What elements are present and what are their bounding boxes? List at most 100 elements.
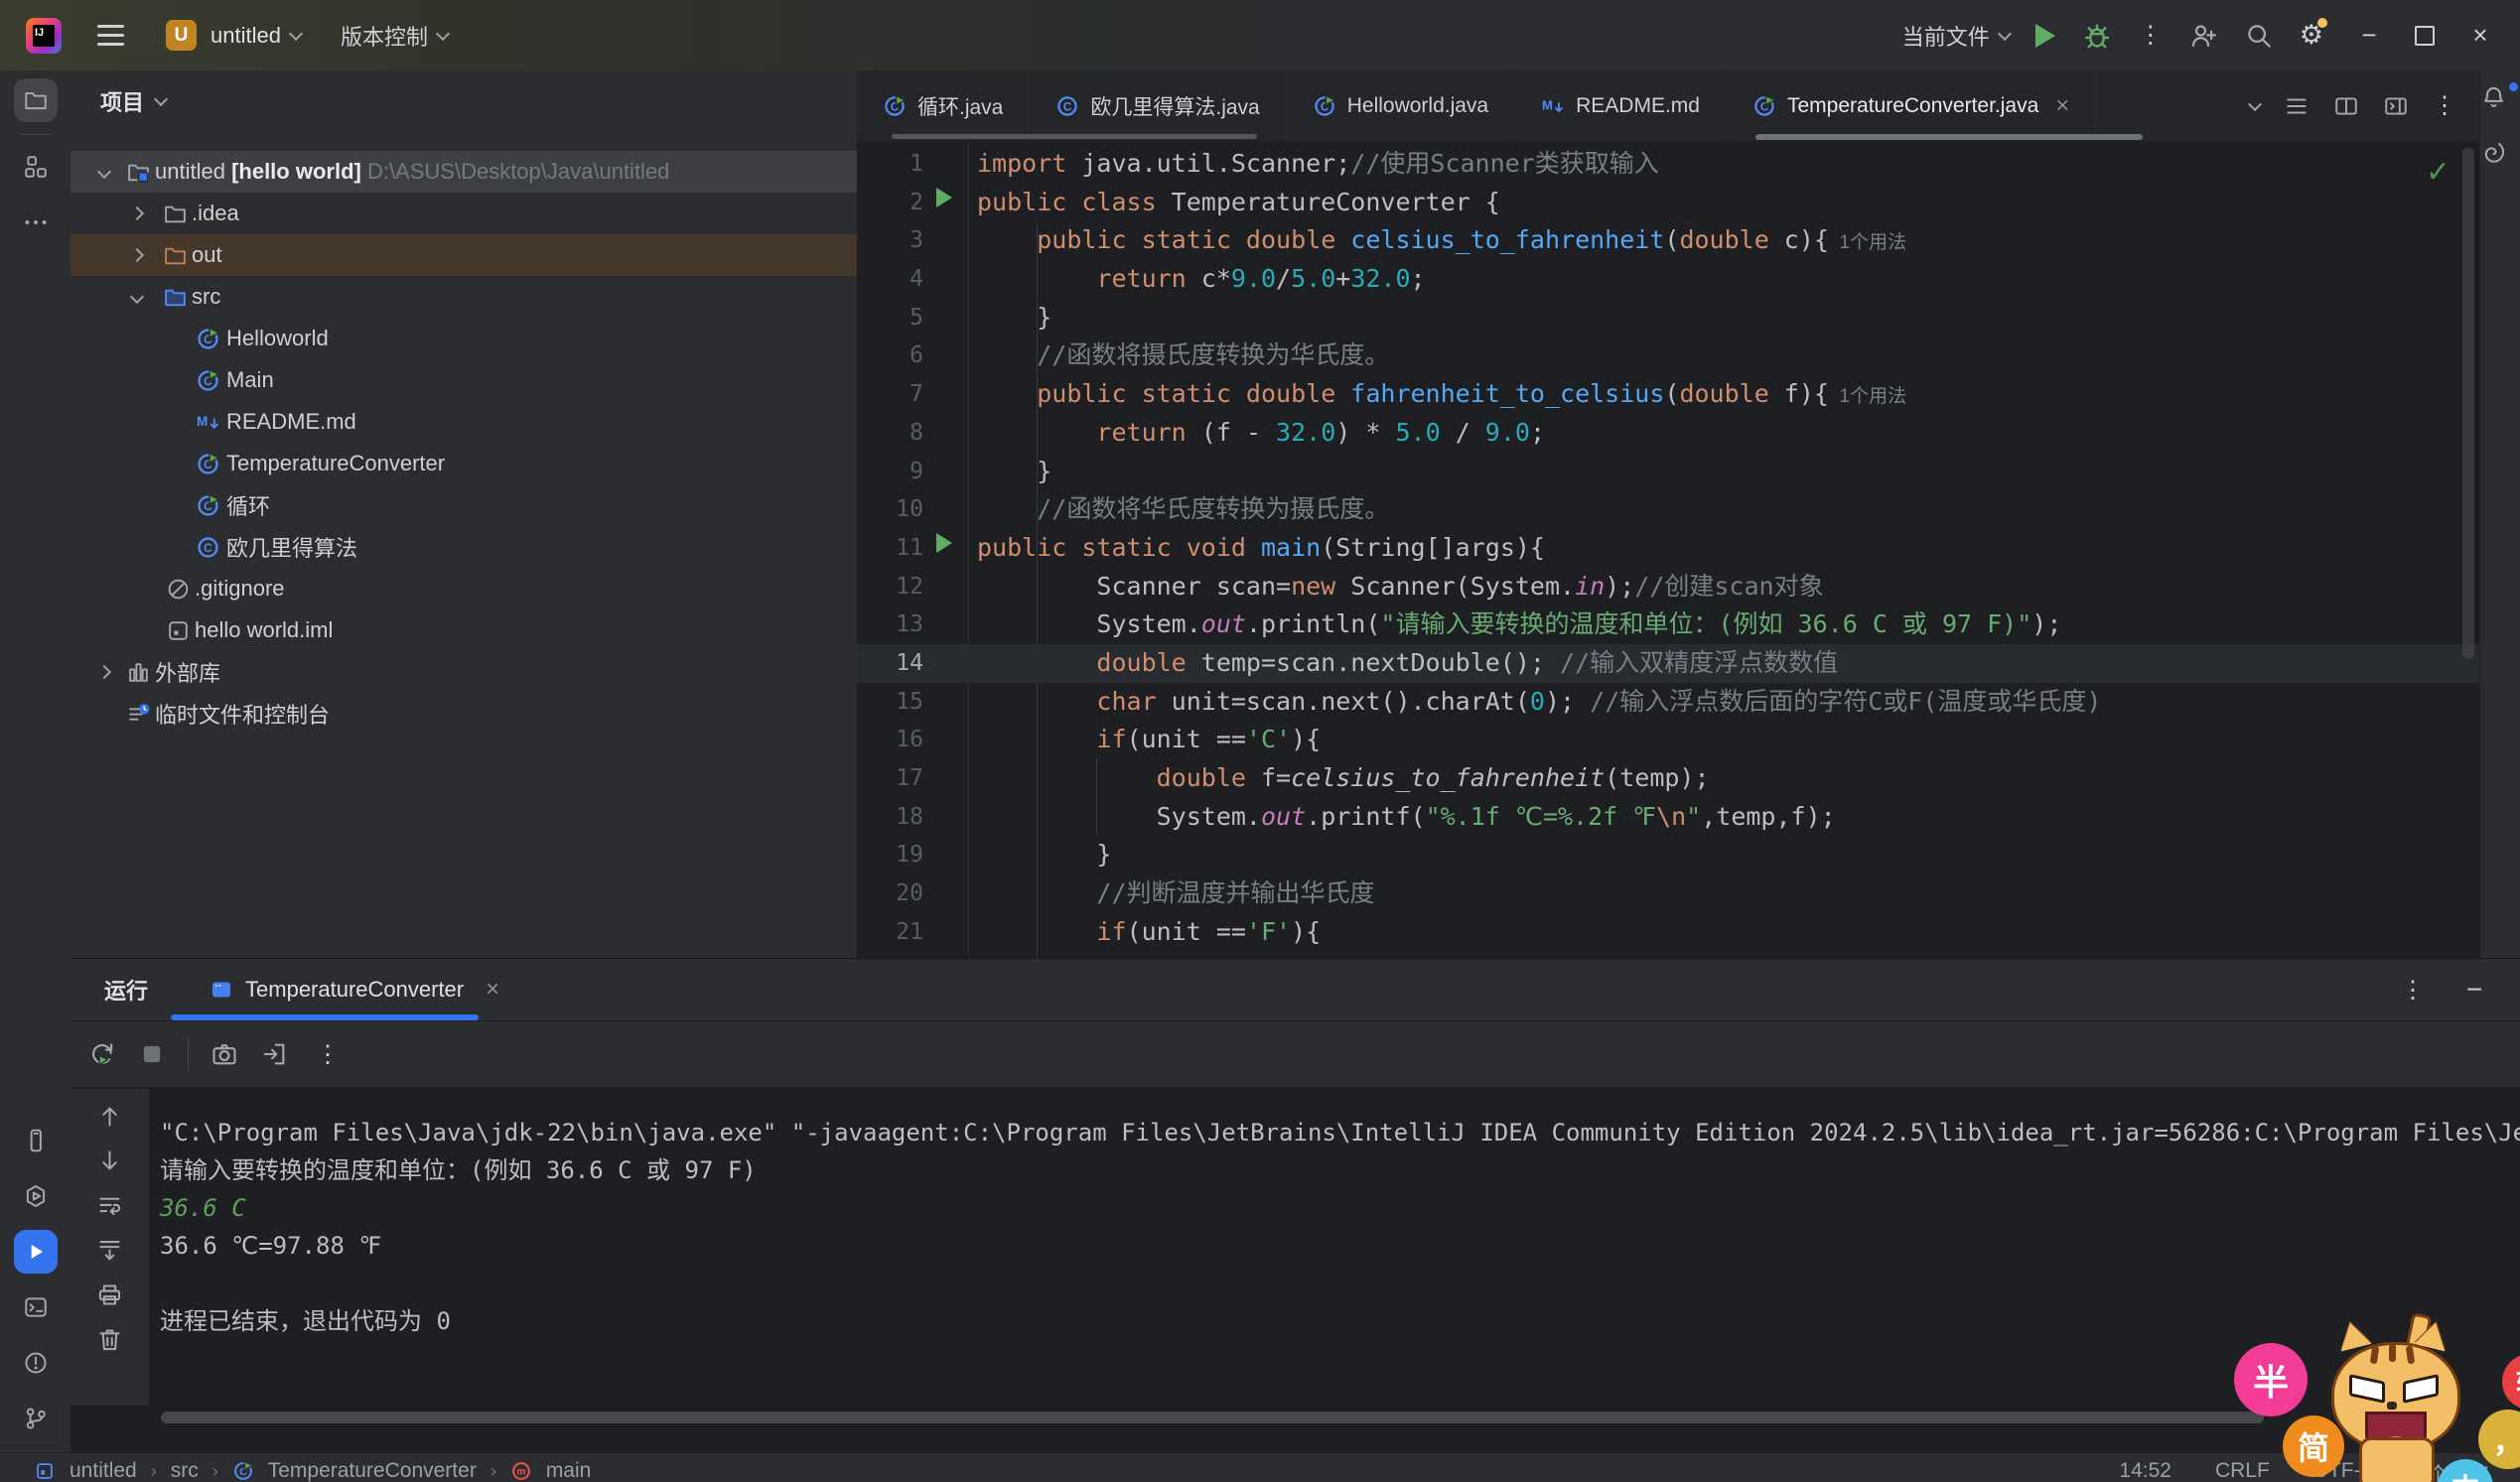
- code-line-13[interactable]: 13 System.out.println("请输入要转换的温度和单位：(例如 …: [857, 606, 2480, 644]
- tree-item-README.md[interactable]: MREADME.md: [70, 401, 857, 443]
- code-line-19[interactable]: 19 }: [857, 836, 2480, 875]
- swirl-tool-icon[interactable]: [2480, 139, 2507, 166]
- code-line-20[interactable]: 20 //判断温度并输出华氏度: [857, 875, 2480, 913]
- snapshot-button[interactable]: [210, 1040, 238, 1068]
- breadcrumb-item[interactable]: main: [546, 1459, 592, 1482]
- editor-options-menu[interactable]: ⋮: [2433, 91, 2456, 120]
- console-hscrollbar[interactable]: [161, 1412, 2264, 1423]
- more-tools-button[interactable]: [14, 201, 58, 244]
- tool-device-button[interactable]: [14, 1119, 58, 1162]
- tab-close-icon[interactable]: ×: [2055, 92, 2069, 120]
- tree-item-hello world.iml[interactable]: hello world.iml: [70, 609, 857, 651]
- code-editor[interactable]: 1import java.util.Scanner;//使用Scanner类获取…: [857, 142, 2480, 961]
- code-line-7[interactable]: 7 public static double fahrenheit_to_cel…: [857, 375, 2480, 414]
- tree-item-临时文件和控制台[interactable]: 临时文件和控制台: [70, 693, 857, 735]
- code-line-3[interactable]: 3 public static double celsius_to_fahren…: [857, 221, 2480, 260]
- run-config-selector[interactable]: 当前文件: [1902, 20, 2010, 52]
- code-line-6[interactable]: 6 //函数将摄氏度转换为华氏度。: [857, 337, 2480, 375]
- settings-gear-icon[interactable]: ⚙: [2300, 20, 2323, 51]
- tree-item-untitled[interactable]: untitled [hello world] D:\ASUS\Desktop\J…: [70, 151, 857, 193]
- more-actions-menu[interactable]: ⋮: [2139, 21, 2163, 50]
- breadcrumb-item[interactable]: src: [171, 1459, 199, 1482]
- tree-item-欧几里得算法[interactable]: C欧几里得算法: [70, 526, 857, 568]
- tool-problems-button[interactable]: [14, 1341, 58, 1385]
- tree-chevron-icon[interactable]: [97, 165, 111, 179]
- editor-scrollbar[interactable]: [2462, 148, 2474, 659]
- editor-tab-TemperatureConverter.java[interactable]: CTemperatureConverter.java×: [1727, 70, 2096, 141]
- run-options-menu[interactable]: ⋮: [2401, 976, 2425, 1005]
- editor-tab-README.md[interactable]: MREADME.md: [1515, 70, 1727, 141]
- breadcrumb-item[interactable]: TemperatureConverter: [268, 1459, 477, 1482]
- tab-align-icon[interactable]: [2284, 93, 2310, 119]
- tool-project-button[interactable]: [14, 78, 58, 122]
- tree-chevron-icon[interactable]: [97, 665, 111, 679]
- code-line-18[interactable]: 18 System.out.printf("%.1f ℃=%.2f ℉\n",t…: [857, 798, 2480, 837]
- project-name-menu[interactable]: untitled: [210, 23, 301, 49]
- breadcrumb-item[interactable]: untitled: [70, 1459, 137, 1482]
- code-line-12[interactable]: 12 Scanner scan=new Scanner(System.in);/…: [857, 568, 2480, 606]
- run-gutter-icon[interactable]: [936, 188, 952, 207]
- tree-item-.idea[interactable]: .idea: [70, 193, 857, 234]
- status-item[interactable]: 14:52: [2119, 1459, 2171, 1482]
- code-line-8[interactable]: 8 return (f - 32.0) * 5.0 / 9.0;: [857, 414, 2480, 453]
- tree-chevron-icon[interactable]: [130, 290, 144, 304]
- ime-halfwidth-badge[interactable]: 半: [2234, 1343, 2308, 1416]
- code-line-2[interactable]: 2public class TemperatureConverter {: [857, 184, 2480, 222]
- close-button[interactable]: ×: [2460, 20, 2500, 51]
- editor-tab-循环.java[interactable]: C循环.java: [857, 70, 1030, 141]
- code-line-10[interactable]: 10 //函数将华氏度转换为摄氏度。: [857, 490, 2480, 529]
- tree-chevron-icon[interactable]: [130, 206, 144, 220]
- console-output[interactable]: "C:\Program Files\Java\jdk-22\bin\java.e…: [150, 1088, 2520, 1406]
- code-line-11[interactable]: 11public static void main(String[]args){: [857, 529, 2480, 568]
- tree-item-.gitignore[interactable]: .gitignore: [70, 568, 857, 609]
- project-avatar[interactable]: U: [166, 20, 197, 51]
- code-line-15[interactable]: 15 char unit=scan.next().charAt(0); //输入…: [857, 683, 2480, 722]
- tab-list-chevron-icon[interactable]: [2248, 96, 2262, 110]
- code-line-1[interactable]: 1import java.util.Scanner;//使用Scanner类获取…: [857, 145, 2480, 184]
- scroll-to-end-button[interactable]: [96, 1237, 123, 1264]
- tool-run-button[interactable]: [14, 1230, 58, 1274]
- tool-terminal-button[interactable]: [14, 1285, 58, 1329]
- run-tab[interactable]: TemperatureConverter ×: [210, 976, 499, 1004]
- search-everywhere-icon[interactable]: [2244, 21, 2274, 51]
- debug-button[interactable]: [2081, 20, 2113, 52]
- run-tab-close-icon[interactable]: ×: [486, 976, 499, 1004]
- print-button[interactable]: [96, 1281, 123, 1308]
- status-item[interactable]: CRLF: [2215, 1459, 2270, 1482]
- code-line-14[interactable]: 14 double temp=scan.nextDouble(); //输入双精…: [857, 644, 2480, 683]
- run-button[interactable]: [2035, 24, 2055, 48]
- tab-scrollbar-thumb[interactable]: [892, 134, 1257, 139]
- main-menu-icon[interactable]: [97, 25, 124, 46]
- minimize-button[interactable]: −: [2349, 20, 2389, 51]
- code-line-16[interactable]: 16 if(unit =='C'){: [857, 721, 2480, 759]
- code-line-17[interactable]: 17 double f=celsius_to_fahrenheit(temp);: [857, 759, 2480, 798]
- rerun-button[interactable]: [88, 1040, 116, 1068]
- tree-item-外部库[interactable]: 外部库: [70, 651, 857, 693]
- run-gutter-icon[interactable]: [936, 533, 952, 553]
- tree-item-Main[interactable]: CMain: [70, 359, 857, 401]
- soft-wrap-button[interactable]: [96, 1192, 123, 1219]
- prev-occurrence-button[interactable]: [96, 1103, 123, 1130]
- hide-editor-icon[interactable]: [2383, 93, 2409, 119]
- tree-item-src[interactable]: src: [70, 276, 857, 318]
- toolbar-more-menu[interactable]: ⋮: [316, 1040, 340, 1069]
- hide-run-panel-button[interactable]: −: [2454, 974, 2494, 1006]
- vcs-menu[interactable]: 版本控制: [341, 20, 448, 52]
- editor-tab-欧几里得算法.java[interactable]: C欧几里得算法.java: [1030, 70, 1286, 141]
- export-button[interactable]: [260, 1040, 288, 1068]
- tree-chevron-icon[interactable]: [130, 248, 144, 262]
- inspection-ok-icon[interactable]: ✓: [2426, 154, 2450, 193]
- tree-item-循环[interactable]: C循环: [70, 484, 857, 526]
- code-line-9[interactable]: 9 }: [857, 453, 2480, 491]
- notifications-button[interactable]: [2480, 70, 2520, 125]
- ime-simplified-badge[interactable]: 简: [2283, 1415, 2344, 1477]
- tree-item-TemperatureConverter[interactable]: CTemperatureConverter: [70, 443, 857, 484]
- code-line-5[interactable]: 5 }: [857, 299, 2480, 337]
- code-with-me-icon[interactable]: [2188, 21, 2218, 51]
- stop-button[interactable]: [138, 1040, 166, 1068]
- tool-structure-button[interactable]: [14, 145, 58, 189]
- tree-item-out[interactable]: out: [70, 234, 857, 276]
- code-line-4[interactable]: 4 return c*9.0/5.0+32.0;: [857, 260, 2480, 299]
- next-occurrence-button[interactable]: [96, 1147, 123, 1174]
- tree-item-Helloworld[interactable]: CHelloworld: [70, 318, 857, 359]
